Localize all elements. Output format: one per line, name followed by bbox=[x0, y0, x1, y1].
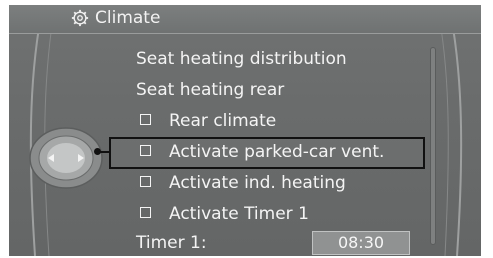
menu-item-activate-timer-1[interactable]: Activate Timer 1 bbox=[136, 201, 309, 228]
controller-knob-icon bbox=[29, 127, 103, 189]
gear-icon bbox=[71, 9, 89, 27]
idrive-screen: Climate Seat heating distribution Seat h… bbox=[9, 5, 481, 256]
menu-item-activate-ind-heating[interactable]: Activate ind. heating bbox=[136, 170, 346, 197]
checkbox[interactable] bbox=[140, 206, 151, 218]
timer-label: Timer 1: bbox=[136, 233, 207, 253]
menu-item-seat-heating-distribution[interactable]: Seat heating distribution bbox=[136, 46, 347, 73]
scrollbar[interactable] bbox=[430, 47, 436, 245]
menu-item-activate-parked-car-vent[interactable]: Activate parked-car vent. bbox=[136, 139, 384, 166]
menu-item-label: Activate parked-car vent. bbox=[169, 142, 385, 162]
checkbox[interactable] bbox=[140, 113, 151, 125]
timer-value-field[interactable]: 08:30 bbox=[312, 231, 410, 255]
menu-header: Climate bbox=[9, 5, 481, 34]
page-title: Climate bbox=[95, 8, 161, 28]
menu-item-label: Activate Timer 1 bbox=[169, 204, 309, 224]
menu-item-timer-1[interactable]: Timer 1: bbox=[136, 230, 207, 256]
pointer-line bbox=[99, 151, 111, 153]
menu-item-label: Seat heating rear bbox=[136, 80, 285, 100]
checkbox[interactable] bbox=[140, 175, 151, 187]
menu-item-label: Seat heating distribution bbox=[136, 49, 347, 69]
menu-item-label: Activate ind. heating bbox=[169, 173, 346, 193]
checkbox[interactable] bbox=[140, 144, 151, 156]
menu-item-seat-heating-rear[interactable]: Seat heating rear bbox=[136, 77, 284, 104]
menu-item-rear-climate[interactable]: Rear climate bbox=[136, 108, 276, 135]
menu-item-label: Rear climate bbox=[169, 111, 277, 131]
